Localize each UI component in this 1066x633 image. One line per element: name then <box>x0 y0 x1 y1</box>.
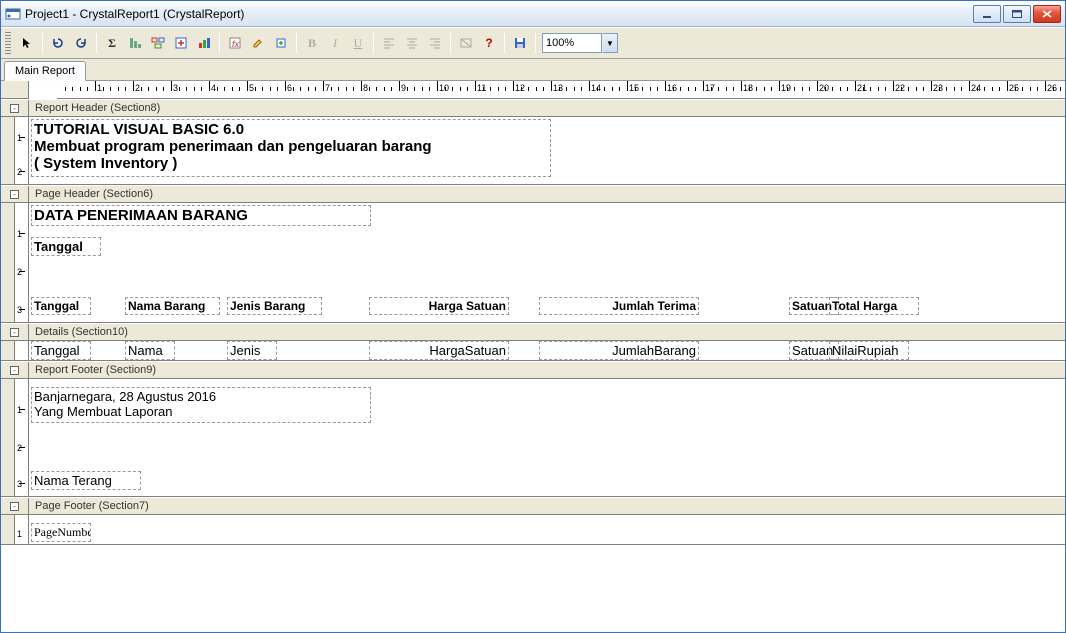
sort-button[interactable] <box>124 32 146 54</box>
save-button[interactable] <box>509 32 531 54</box>
db-jenis[interactable]: Jenis <box>227 341 277 360</box>
canvas-report-footer[interactable]: Banjarnegara, 28 Agustus 2016 Yang Membu… <box>29 379 1065 496</box>
app-window: Project1 - CrystalReport1 (CrystalReport… <box>0 0 1066 633</box>
special-page-number[interactable]: PageNumbe <box>31 523 91 542</box>
bold-button[interactable]: B <box>301 32 323 54</box>
tab-main-report[interactable]: Main Report <box>4 61 86 81</box>
align-right-button[interactable] <box>424 32 446 54</box>
canvas-details[interactable]: Tanggal Nama Jenis HargaSatuan JumlahBar… <box>29 341 1065 360</box>
group-button[interactable] <box>147 32 169 54</box>
db-harga-satuan[interactable]: HargaSatuan <box>369 341 509 360</box>
undo-button[interactable] <box>47 32 69 54</box>
design-surface[interactable]: 1234567891011121314151617181920212223242… <box>1 81 1065 632</box>
canvas-page-header[interactable]: DATA PENERIMAAN BARANG Tanggal Tanggal N… <box>29 203 1065 322</box>
text-data-penerimaan[interactable]: DATA PENERIMAAN BARANG <box>31 205 371 226</box>
label-tanggal[interactable]: Tanggal <box>31 237 101 256</box>
section-bar-details[interactable]: - Details (Section10) <box>1 323 1065 341</box>
section-bar-page-header[interactable]: - Page Header (Section6) <box>1 185 1065 203</box>
zoom-dropdown-button[interactable]: ▼ <box>603 33 618 53</box>
italic-button[interactable]: I <box>324 32 346 54</box>
align-center-button[interactable] <box>401 32 423 54</box>
tab-strip: Main Report <box>1 59 1065 81</box>
section-label: Details (Section10) <box>29 326 128 338</box>
collapse-icon[interactable]: - <box>10 104 19 113</box>
section-bar-report-footer[interactable]: - Report Footer (Section9) <box>1 361 1065 379</box>
col-harga-satuan[interactable]: Harga Satuan <box>369 297 509 315</box>
summary-button[interactable]: Σ <box>101 32 123 54</box>
align-left-button[interactable] <box>378 32 400 54</box>
db-tanggal[interactable]: Tanggal <box>31 341 91 360</box>
close-button[interactable] <box>1033 5 1061 23</box>
window-title: Project1 - CrystalReport1 (CrystalReport… <box>25 7 973 21</box>
collapse-icon[interactable]: - <box>10 190 19 199</box>
col-jenis-barang[interactable]: Jenis Barang <box>227 297 322 315</box>
db-jumlah-barang[interactable]: JumlahBarang <box>539 341 699 360</box>
section-bar-report-header[interactable]: - Report Header (Section8) <box>1 99 1065 117</box>
text-maker[interactable]: Yang Membuat Laporan <box>34 404 368 419</box>
svg-text:fx: fx <box>232 39 240 49</box>
col-jumlah-terima[interactable]: Jumlah Terima <box>539 297 699 315</box>
underline-button[interactable]: U <box>347 32 369 54</box>
canvas-report-header[interactable]: TUTORIAL VISUAL BASIC 6.0 Membuat progra… <box>29 117 1065 184</box>
maximize-button[interactable] <box>1003 5 1031 23</box>
section-label: Report Header (Section8) <box>29 102 160 114</box>
app-icon <box>5 6 21 22</box>
help-button[interactable]: ? <box>478 32 500 54</box>
section-label: Report Footer (Section9) <box>29 364 156 376</box>
col-tanggal[interactable]: Tanggal <box>31 297 91 315</box>
text-tutorial-title[interactable]: TUTORIAL VISUAL BASIC 6.0 <box>34 121 548 138</box>
collapse-icon[interactable]: - <box>10 502 19 511</box>
collapse-icon[interactable]: - <box>10 328 19 337</box>
ruler-horizontal[interactable]: 1234567891011121314151617181920212223242… <box>57 81 1065 99</box>
select-expert-button[interactable] <box>170 32 192 54</box>
db-nama[interactable]: Nama <box>125 341 175 360</box>
suppress-button[interactable] <box>455 32 477 54</box>
text-place-date[interactable]: Banjarnegara, 28 Agustus 2016 <box>34 389 368 404</box>
zoom-input[interactable]: 100% <box>542 33 602 53</box>
section-label: Page Header (Section6) <box>29 188 153 200</box>
collapse-icon[interactable]: - <box>10 366 19 375</box>
text-tutorial-sub2[interactable]: ( System Inventory ) <box>34 155 548 172</box>
section-label: Page Footer (Section7) <box>29 500 149 512</box>
minimize-button[interactable] <box>973 5 1001 23</box>
pointer-tool-button[interactable] <box>16 32 38 54</box>
text-tutorial-sub1[interactable]: Membuat program penerimaan dan pengeluar… <box>34 138 548 155</box>
formula-button[interactable]: fx <box>224 32 246 54</box>
col-total-harga[interactable]: Total Harga <box>829 297 919 315</box>
redo-button[interactable] <box>70 32 92 54</box>
canvas-page-footer[interactable]: PageNumbe <box>29 515 1065 544</box>
section-bar-page-footer[interactable]: - Page Footer (Section7) <box>1 497 1065 515</box>
titlebar[interactable]: Project1 - CrystalReport1 (CrystalReport… <box>1 1 1065 27</box>
col-nama-barang[interactable]: Nama Barang <box>125 297 220 315</box>
highlight-button[interactable] <box>247 32 269 54</box>
chart-button[interactable] <box>193 32 215 54</box>
db-nilai-rupiah[interactable]: NilaiRupiah <box>829 341 909 360</box>
text-nama-terang[interactable]: Nama Terang <box>31 471 141 490</box>
insert-button[interactable] <box>270 32 292 54</box>
toolbar: Σ fx B I U ? 100% ▼ <box>1 27 1065 59</box>
toolbar-grip[interactable] <box>5 32 11 54</box>
